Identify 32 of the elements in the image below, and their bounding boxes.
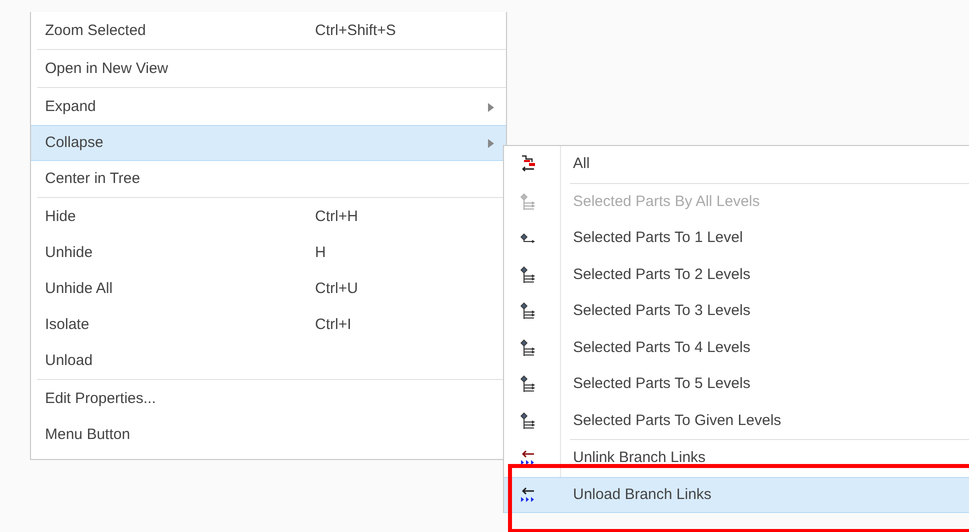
menu-item[interactable]: Collapse [31, 125, 506, 161]
menu-item[interactable]: Unhide H [31, 235, 506, 271]
menu-item[interactable]: Open in New View [31, 51, 506, 87]
submenu-item[interactable]: Selected Parts To Given Levels [504, 402, 969, 439]
submenu-item[interactable]: Unlink Branch Links [504, 440, 969, 476]
collapse-icon [520, 155, 536, 174]
branch-link-icon [520, 486, 536, 504]
tree-levels-icon [520, 266, 536, 284]
menu-item[interactable]: Edit Properties... [31, 381, 506, 417]
menu-item[interactable]: Hide Ctrl+H [31, 199, 506, 235]
submenu-item[interactable]: Unload Branch Links [504, 476, 969, 513]
submenu-item[interactable]: Selected Parts To 5 Levels [504, 366, 969, 402]
menu-item[interactable]: Unhide All Ctrl+U [31, 271, 506, 307]
menu-item[interactable]: Zoom Selected Ctrl+Shift+S [31, 13, 506, 49]
menu-item[interactable]: Center in Tree [31, 161, 506, 197]
submenu-item[interactable]: Selected Parts To 3 Levels [504, 293, 969, 330]
menu-item[interactable]: Isolate Ctrl+I [31, 307, 506, 343]
tree-levels-icon [520, 192, 536, 211]
submenu-item[interactable]: Selected Parts To 2 Levels [504, 256, 969, 293]
tree-levels-icon [520, 302, 536, 320]
submenu-item[interactable]: All [504, 146, 969, 182]
submenu-arrow-icon [488, 102, 494, 112]
tree-levels-icon [520, 375, 536, 394]
submenu-item[interactable]: Selected Parts To 1 Level [504, 220, 969, 256]
tree-levels-icon [520, 412, 536, 430]
menu-item[interactable]: Menu Button [31, 417, 506, 453]
tree-levels-icon [520, 338, 536, 357]
menu-item[interactable]: Unload [31, 343, 506, 379]
menu-item[interactable]: Expand [31, 89, 506, 125]
submenu-arrow-icon [488, 138, 494, 148]
submenu-item[interactable]: Selected Parts To 4 Levels [504, 330, 969, 366]
tree-level-icon [520, 233, 536, 244]
